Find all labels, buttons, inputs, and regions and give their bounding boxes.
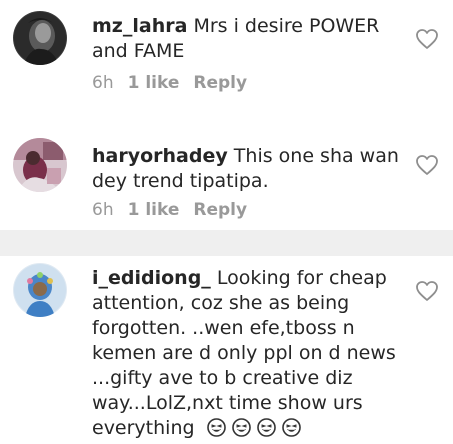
heart-outline-icon[interactable]	[415, 154, 439, 176]
comment-text: mz_lahra Mrs i desire POWER and FAME	[92, 14, 404, 64]
reply-button[interactable]: Reply	[193, 200, 247, 220]
likes-count[interactable]: 1 like	[128, 73, 180, 93]
laughing-emoji	[231, 418, 251, 437]
comment-item: mz_lahra Mrs i desire POWER and FAME 6h 1…	[0, 0, 453, 230]
avatar[interactable]	[13, 263, 67, 317]
comment-username[interactable]: i_edidiong_	[92, 267, 211, 289]
laughing-emoji	[281, 418, 301, 437]
comment-meta: 6h 1 like Reply	[92, 73, 247, 93]
reply-button[interactable]: Reply	[193, 73, 247, 93]
comment-timestamp: 6h	[92, 73, 114, 93]
likes-count[interactable]: 1 like	[128, 200, 180, 220]
comment-item: i_edidiong_ Looking for cheap attention,…	[0, 256, 453, 441]
comment-username[interactable]: mz_lahra	[92, 15, 187, 37]
avatar[interactable]	[13, 11, 67, 65]
emoji-group	[201, 418, 301, 444]
laughing-emoji	[256, 418, 276, 437]
comment-timestamp: 6h	[92, 200, 114, 220]
heart-outline-icon[interactable]	[415, 28, 439, 50]
avatar[interactable]	[13, 138, 67, 192]
laughing-emoji	[206, 418, 226, 437]
comment-meta: 6h 1 like Reply	[92, 200, 247, 220]
section-divider	[0, 230, 453, 256]
comment-username[interactable]: haryorhadey	[92, 145, 228, 167]
heart-outline-icon[interactable]	[415, 280, 439, 302]
comment-text: haryorhadey This one sha wan dey trend t…	[92, 144, 404, 194]
comment-body: Looking for cheap attention, coz she as …	[92, 267, 396, 439]
comment-text: i_edidiong_ Looking for cheap attention,…	[92, 266, 404, 444]
